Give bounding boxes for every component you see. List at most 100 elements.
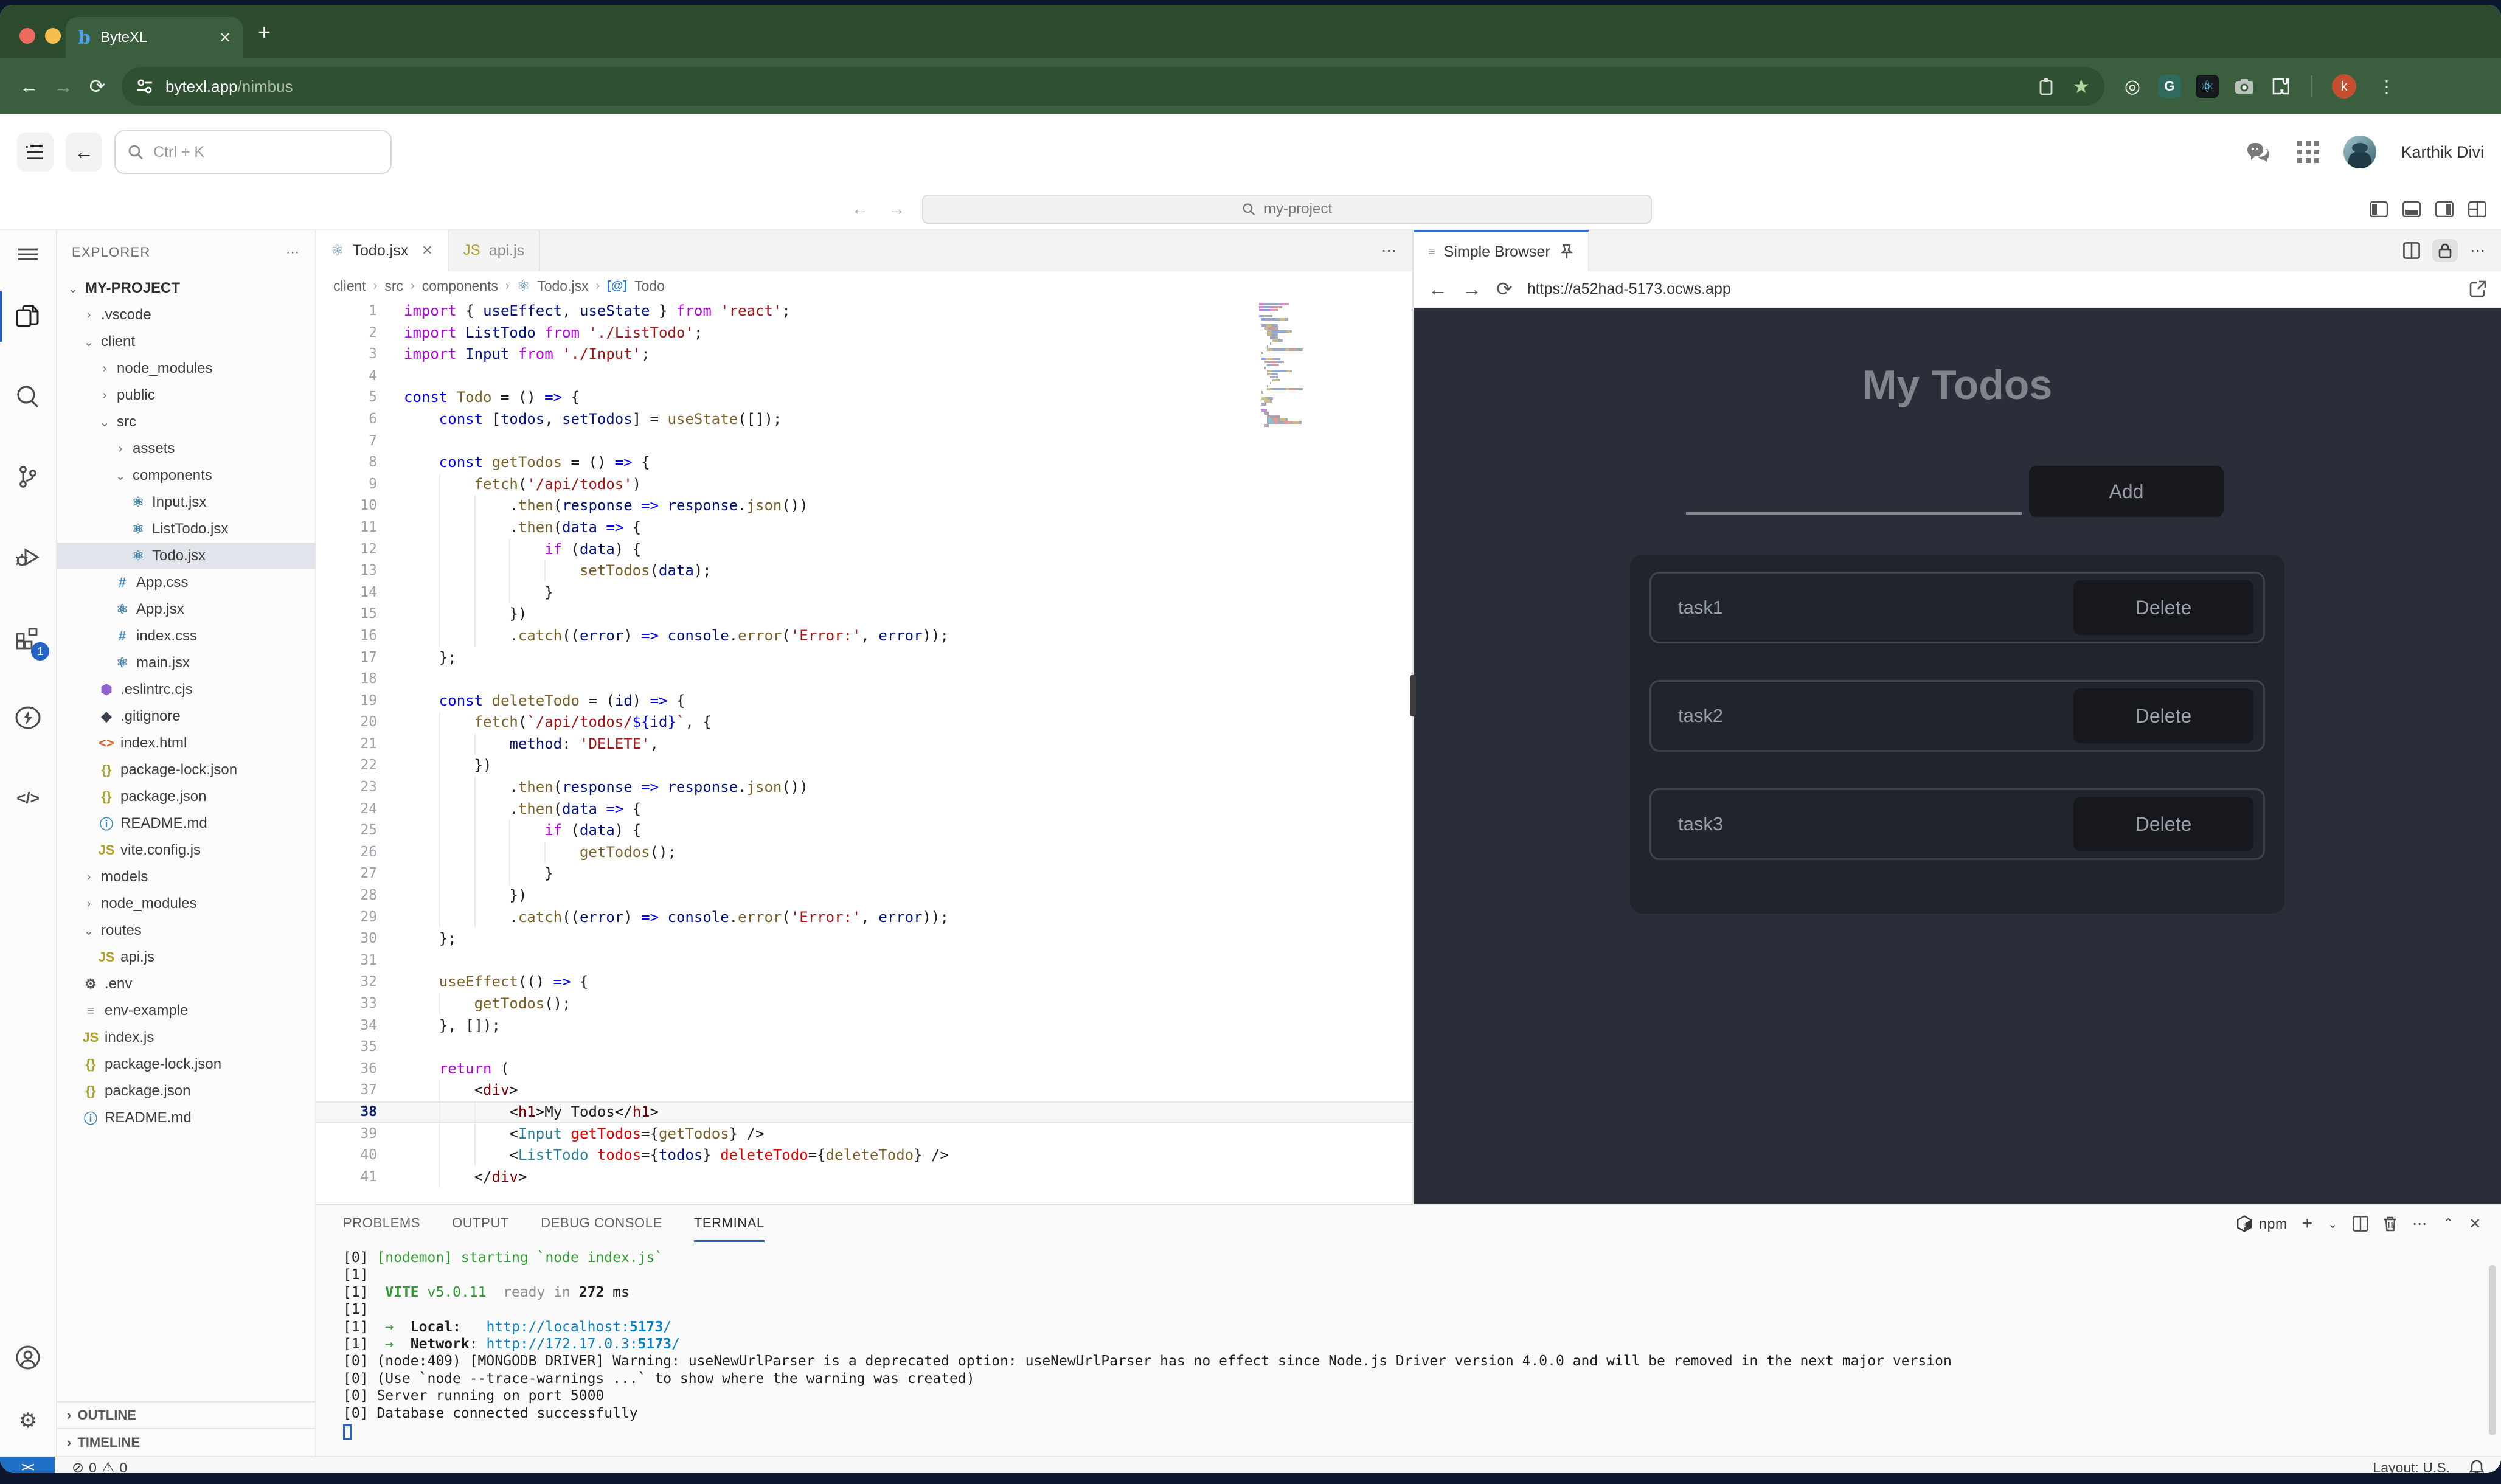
tree-item-src[interactable]: ⌄src: [57, 409, 315, 435]
code-line-26[interactable]: 26 getTodos();: [316, 842, 1412, 864]
tree-item-package-json[interactable]: {}package.json: [57, 1078, 315, 1104]
code-line-40[interactable]: 40 <ListTodo todos={todos} deleteTodo={d…: [316, 1145, 1412, 1167]
tree-item--vscode[interactable]: ›.vscode: [57, 302, 315, 328]
settings-gear-icon[interactable]: ⚙: [0, 1390, 57, 1451]
site-settings-icon[interactable]: [136, 78, 153, 95]
browser-forward-icon[interactable]: →: [46, 75, 80, 98]
menu-toggle-button[interactable]: [17, 133, 54, 172]
history-back-icon[interactable]: ←: [852, 199, 869, 219]
code-line-21[interactable]: 21 method: 'DELETE',: [316, 733, 1412, 755]
camera-extension-icon[interactable]: [2233, 75, 2255, 97]
command-center[interactable]: my-project: [922, 195, 1652, 224]
split-editor-icon[interactable]: [2403, 242, 2420, 259]
browser-profile-avatar[interactable]: k: [2332, 74, 2356, 99]
minimap[interactable]: [1259, 303, 1327, 427]
tree-item-assets[interactable]: ›assets: [57, 435, 315, 462]
tree-item-env-example[interactable]: ≡env-example: [57, 997, 315, 1024]
code-line-12[interactable]: 12 if (data) {: [316, 539, 1412, 561]
sb-back-icon[interactable]: ←: [1428, 278, 1448, 300]
terminal-output[interactable]: [0] [nodemon] starting `node index.js`[1…: [316, 1242, 2501, 1456]
apps-grid-icon[interactable]: [2297, 141, 2319, 163]
code-line-28[interactable]: 28 }): [316, 885, 1412, 907]
terminal-more-icon[interactable]: ⋯: [2412, 1215, 2428, 1233]
toggle-secondary-sidebar-icon[interactable]: [2435, 201, 2454, 217]
code-line-20[interactable]: 20 fetch(`/api/todos/${id}`, {: [316, 712, 1412, 733]
tree-item-readme-md[interactable]: ⓘREADME.md: [57, 810, 315, 837]
address-bar[interactable]: bytexl.app/nimbus ★: [122, 67, 2104, 106]
delete-todo-button[interactable]: Delete: [2073, 797, 2253, 851]
terminal-tab-output[interactable]: OUTPUT: [452, 1205, 509, 1242]
panel-resize-handle[interactable]: [1410, 675, 1416, 716]
outline-section[interactable]: ›OUTLINE: [57, 1403, 315, 1429]
tab-close-icon[interactable]: ✕: [219, 29, 231, 47]
history-forward-icon[interactable]: →: [888, 199, 905, 219]
close-icon[interactable]: ✕: [421, 243, 432, 258]
code-line-39[interactable]: 39 <Input getTodos={getTodos} />: [316, 1123, 1412, 1145]
code-line-24[interactable]: 24 .then(data => {: [316, 799, 1412, 820]
tree-item-main-jsx[interactable]: ⚛main.jsx: [57, 650, 315, 676]
tree-item-index-js[interactable]: JSindex.js: [57, 1024, 315, 1051]
chat-icon[interactable]: [2246, 142, 2273, 162]
lock-icon[interactable]: [2432, 239, 2458, 262]
keyboard-layout[interactable]: Layout: U.S.: [2373, 1460, 2450, 1474]
code-line-8[interactable]: 8 const getTodos = () => {: [316, 452, 1412, 474]
code-line-2[interactable]: 2import ListTodo from './ListTodo';: [316, 322, 1412, 344]
tree-item-index-css[interactable]: #index.css: [57, 623, 315, 650]
new-tab-button[interactable]: +: [258, 19, 271, 45]
thunder-client-activity-icon[interactable]: [0, 687, 57, 748]
maximize-panel-icon[interactable]: ⌃: [2443, 1216, 2454, 1232]
tree-item-models[interactable]: ›models: [57, 864, 315, 890]
browser-reload-icon[interactable]: ⟳: [80, 75, 114, 98]
code-line-18[interactable]: 18: [316, 668, 1412, 690]
extensions-activity-icon[interactable]: 1: [0, 607, 57, 668]
browser-menu-icon[interactable]: ⋮: [2378, 77, 2396, 97]
problems-status[interactable]: ⊘ 0 ⚠ 0: [72, 1459, 127, 1474]
command-search-input[interactable]: Ctrl + K: [114, 130, 392, 174]
code-line-31[interactable]: 31: [316, 950, 1412, 972]
open-external-icon[interactable]: [2469, 280, 2486, 297]
tree-item-todo-jsx[interactable]: ⚛Todo.jsx: [57, 543, 315, 569]
bookmark-star-icon[interactable]: ★: [2072, 75, 2090, 98]
sb-forward-icon[interactable]: →: [1462, 278, 1482, 300]
code-line-13[interactable]: 13 setTodos(data);: [316, 560, 1412, 582]
toggle-panel-icon[interactable]: [2402, 201, 2421, 217]
code-line-16[interactable]: 16 .catch((error) => console.error('Erro…: [316, 625, 1412, 647]
shell-chip[interactable]: $ npm: [2236, 1215, 2288, 1232]
tree-item-index-html[interactable]: <>index.html: [57, 730, 315, 757]
close-panel-icon[interactable]: ✕: [2469, 1215, 2482, 1233]
code-line-41[interactable]: 41 </div>: [316, 1167, 1412, 1188]
editor-tab-todo-jsx[interactable]: ⚛Todo.jsx✕: [316, 230, 449, 271]
code-line-19[interactable]: 19 const deleteTodo = (id) => {: [316, 690, 1412, 712]
split-terminal-icon[interactable]: [2353, 1216, 2368, 1232]
editor-tab-api-js[interactable]: JSapi.js: [449, 230, 540, 271]
close-window-button[interactable]: [19, 28, 35, 44]
terminal-tab-terminal[interactable]: TERMINAL: [694, 1205, 765, 1242]
code-line-29[interactable]: 29 .catch((error) => console.error('Erro…: [316, 907, 1412, 929]
search-activity-icon[interactable]: [0, 366, 57, 427]
code-line-4[interactable]: 4: [316, 366, 1412, 387]
tree-item-package-lock-json[interactable]: {}package-lock.json: [57, 757, 315, 783]
breadcrumb-item[interactable]: client: [333, 278, 366, 294]
sb-reload-icon[interactable]: ⟳: [1496, 277, 1513, 300]
menu-icon[interactable]: [0, 240, 57, 269]
code-line-22[interactable]: 22 }): [316, 755, 1412, 777]
breadcrumb-item[interactable]: Todo.jsx: [537, 278, 588, 294]
kill-terminal-icon[interactable]: [2383, 1216, 2398, 1232]
delete-todo-button[interactable]: Delete: [2073, 688, 2253, 743]
tree-item--gitignore[interactable]: ◆.gitignore: [57, 703, 315, 730]
tree-item-package-json[interactable]: {}package.json: [57, 783, 315, 810]
tree-item-app-css[interactable]: #App.css: [57, 569, 315, 596]
back-button[interactable]: ←: [66, 133, 102, 172]
target-extension-icon[interactable]: ◎: [2121, 75, 2143, 97]
add-todo-button[interactable]: Add: [2029, 466, 2224, 517]
timeline-section[interactable]: ›TIMELINE: [57, 1429, 315, 1456]
tree-item-vite-config-js[interactable]: JSvite.config.js: [57, 837, 315, 864]
extensions-puzzle-icon[interactable]: [2270, 75, 2292, 97]
run-debug-activity-icon[interactable]: [0, 527, 57, 588]
tree-item-input-jsx[interactable]: ⚛Input.jsx: [57, 489, 315, 516]
delete-todo-button[interactable]: Delete: [2073, 580, 2253, 635]
tree-item-my-project[interactable]: ⌄MY-PROJECT: [57, 275, 315, 302]
user-avatar[interactable]: [2343, 136, 2376, 168]
browser-back-icon[interactable]: ←: [12, 75, 46, 98]
tree-item-listtodo-jsx[interactable]: ⚛ListTodo.jsx: [57, 516, 315, 543]
